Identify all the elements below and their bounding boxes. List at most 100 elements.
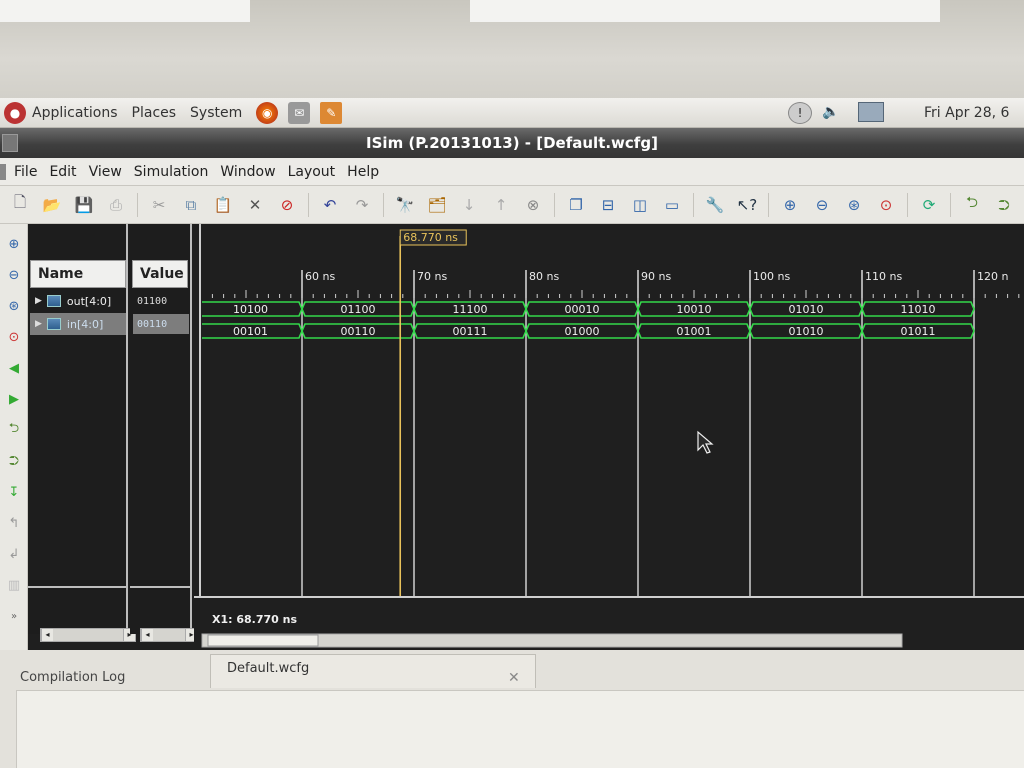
tile-vertical-icon[interactable]: ◫ <box>628 193 652 217</box>
undo-icon[interactable]: ↶ <box>318 193 342 217</box>
signal-row-out[interactable]: ▶ out[4:0] <box>30 290 126 312</box>
paste-icon[interactable]: 📋 <box>211 193 235 217</box>
find-next-icon[interactable]: 🗂 <box>425 193 449 217</box>
menu-window[interactable]: Window <box>220 164 275 180</box>
expand-arrow-icon[interactable]: ▶ <box>35 319 42 329</box>
mail-icon[interactable]: ✉ <box>288 101 311 124</box>
snap-icon[interactable]: ↲ <box>3 543 25 565</box>
places-menu[interactable]: Places <box>132 105 177 121</box>
value-column-header[interactable]: Value <box>132 260 188 288</box>
redo-icon[interactable]: ↷ <box>350 193 374 217</box>
down-arrow-icon[interactable]: ↓ <box>457 193 481 217</box>
cursor-readout: X1: 68.770 ns <box>212 613 297 626</box>
up-arrow-icon[interactable]: ↑ <box>489 193 513 217</box>
next-marker-icon[interactable]: ▶ <box>3 388 25 410</box>
firefox-icon[interactable]: ◉ <box>256 101 279 124</box>
menu-edit[interactable]: Edit <box>49 164 76 180</box>
bus-value-label: 10010 <box>677 303 712 316</box>
run-icon[interactable]: ⮊ <box>992 193 1016 217</box>
more-tools-icon[interactable]: » <box>3 605 25 627</box>
find-icon[interactable]: 🔭 <box>393 193 417 217</box>
tab-label: Default.wcfg <box>227 661 310 676</box>
main-toolbar: 🗋 📂 💾 ⎙ ✂ ⧉ 📋 ✕ ⊘ ↶ ↷ 🔭 🗂 ↓ ↑ ⊗ ❐ ⊟ ◫ ▭ … <box>0 186 1024 224</box>
wrench-icon[interactable]: 🔧 <box>703 193 727 217</box>
side-toolbar: ⊕ ⊖ ⊛ ⊙ ◀ ▶ ⮌ ⮊ ↧ ↰ ↲ ▥ » <box>0 224 28 654</box>
delete-icon[interactable]: ✕ <box>243 193 267 217</box>
scroll-left-icon[interactable]: ◂ <box>41 629 53 641</box>
ruler-label: 110 ns <box>865 270 902 283</box>
bus-value-label: 11100 <box>453 303 488 316</box>
menu-view[interactable]: View <box>89 164 122 180</box>
volume-icon[interactable]: 🔈 <box>822 104 839 120</box>
clear-icon[interactable]: ⊗ <box>521 193 545 217</box>
tab-default-wcfg[interactable]: Default.wcfg <box>210 654 536 688</box>
menu-simulation[interactable]: Simulation <box>134 164 209 180</box>
close-icon[interactable]: ✕ <box>508 670 520 686</box>
bus-value-label: 01000 <box>565 325 600 338</box>
zoom-cursor-icon[interactable]: ⊙ <box>874 193 898 217</box>
zoom-out-icon[interactable]: ⊖ <box>810 193 834 217</box>
ruler-label: 100 ns <box>753 270 790 283</box>
signal-row-in[interactable]: ▶ in[4:0] <box>30 313 126 335</box>
previous-marker-icon[interactable]: ◀ <box>3 357 25 379</box>
window-icon[interactable]: ▭ <box>660 193 684 217</box>
monitor-bezel <box>0 0 1024 98</box>
bus-value-label: 01100 <box>341 303 376 316</box>
update-notifier-icon[interactable]: ! <box>788 102 812 124</box>
toolbar-separator <box>554 192 555 217</box>
ruler-label: 120 n <box>977 270 1008 283</box>
value-hscrollbar[interactable]: ◂ ▸ <box>140 628 198 642</box>
zoom-fit-icon[interactable]: ⊛ <box>842 193 866 217</box>
background-wall <box>470 0 940 22</box>
toolbar-separator <box>907 192 908 217</box>
cascade-icon[interactable]: ❐ <box>564 193 588 217</box>
next-transition-icon[interactable]: ⮊ <box>3 450 25 472</box>
name-column-header[interactable]: Name <box>30 260 126 288</box>
name-hscrollbar[interactable]: ◂ ▸ <box>40 628 136 642</box>
zoom-fit-icon[interactable]: ⊛ <box>3 295 25 317</box>
new-icon[interactable]: 🗋 <box>8 193 32 217</box>
applications-menu[interactable]: Applications <box>32 105 118 121</box>
zoom-cursor-icon[interactable]: ⊙ <box>3 326 25 348</box>
add-marker-icon[interactable]: ↧ <box>3 481 25 503</box>
console-panel <box>16 690 1024 768</box>
editor-icon[interactable]: ✎ <box>320 101 343 124</box>
wave-hscroll-thumb[interactable] <box>207 634 319 647</box>
cut-icon[interactable]: ✂ <box>147 193 171 217</box>
expand-arrow-icon[interactable]: ▶ <box>35 296 42 306</box>
restart-icon[interactable]: ⮌ <box>960 193 984 217</box>
distro-logo-icon[interactable]: ● <box>4 101 26 124</box>
scroll-left-icon[interactable]: ◂ <box>141 629 153 641</box>
readout-divider <box>194 596 1024 598</box>
swap-cursor-icon[interactable]: ↰ <box>3 512 25 534</box>
open-icon[interactable]: 📂 <box>40 193 64 217</box>
zoom-in-icon[interactable]: ⊕ <box>778 193 802 217</box>
copy-icon[interactable]: ⧉ <box>179 193 203 217</box>
network-icon[interactable] <box>858 102 884 122</box>
zoom-out-icon[interactable]: ⊖ <box>3 264 25 286</box>
tile-horizontal-icon[interactable]: ⊟ <box>596 193 620 217</box>
window-title: ISim (P.20131013) - [Default.wcfg] <box>366 134 658 152</box>
menu-file[interactable]: File <box>14 164 37 180</box>
toolbar-separator <box>950 192 951 217</box>
menu-layout[interactable]: Layout <box>288 164 336 180</box>
waveform-canvas[interactable]: 60 ns 70 ns 80 ns 90 ns 100 ns 110 ns 120 n 10… <box>194 224 1024 650</box>
help-icon[interactable]: ↖? <box>735 193 759 217</box>
previous-transition-icon[interactable]: ⮌ <box>3 419 25 441</box>
compilation-log-tab[interactable]: Compilation Log <box>20 670 125 685</box>
save-icon[interactable]: 💾 <box>72 193 96 217</box>
window-titlebar[interactable]: ISim (P.20131013) - [Default.wcfg] <box>0 128 1024 158</box>
panel-clock[interactable]: Fri Apr 28, 6 <box>924 105 1024 121</box>
bus-value-label: 01011 <box>901 325 936 338</box>
bus-value-label: 01010 <box>789 325 824 338</box>
system-menu[interactable]: System <box>190 105 242 121</box>
refresh-icon[interactable]: ⟳ <box>917 193 941 217</box>
print-icon[interactable]: ⎙ <box>104 193 128 217</box>
zoom-in-icon[interactable]: ⊕ <box>3 233 25 255</box>
ruler-label: 70 ns <box>417 270 447 283</box>
stop-icon[interactable]: ⊘ <box>275 193 299 217</box>
menu-help[interactable]: Help <box>347 164 379 180</box>
ruler-label: 60 ns <box>305 270 335 283</box>
window-menu-icon[interactable] <box>2 134 18 152</box>
floating-ruler-icon[interactable]: ▥ <box>3 574 25 596</box>
